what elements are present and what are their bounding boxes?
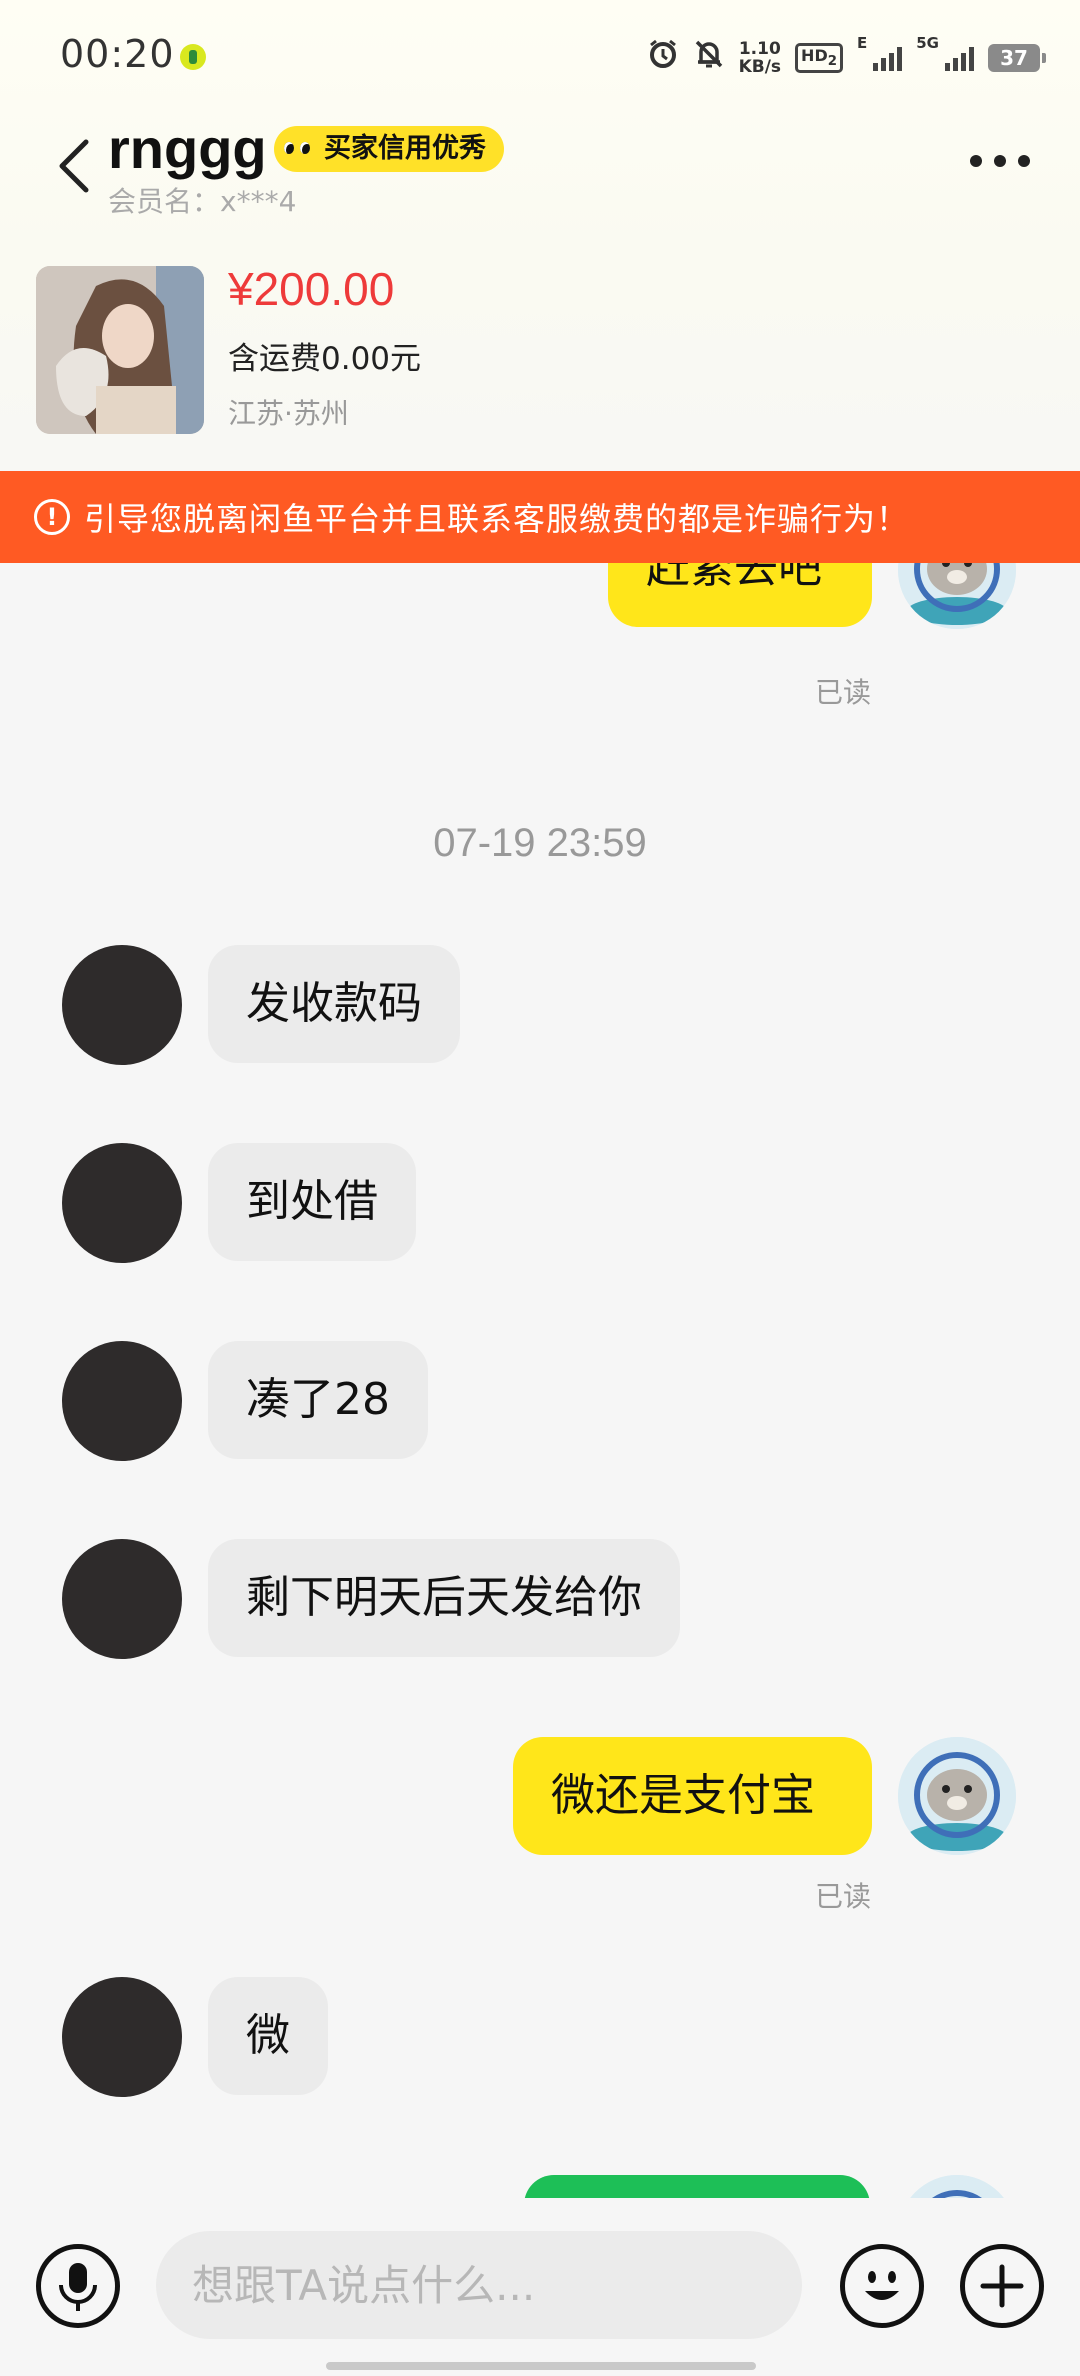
home-indicator[interactable] <box>326 2362 756 2370</box>
seller-nickname[interactable]: rnggg <box>108 116 267 181</box>
message-bubble-incoming[interactable]: 剩下明天后天发给你 <box>208 1539 680 1657</box>
shipping-fee: 含运费0.00元 <box>228 341 422 377</box>
net-speed-value: 1.10 <box>738 39 781 59</box>
hd-badge: HD2 <box>795 43 843 73</box>
member-name: 会员名：x***4 <box>108 185 297 218</box>
message-bubble-outgoing[interactable]: 微还是支付宝 <box>513 1737 872 1855</box>
product-thumbnail[interactable] <box>36 266 204 434</box>
message-bubble-incoming[interactable]: 到处借 <box>208 1143 416 1261</box>
fish-mascot-icon <box>278 130 316 168</box>
microphone-icon <box>59 2263 97 2311</box>
read-status: 已读 <box>815 1880 872 1913</box>
message-bubble-incoming[interactable]: 发收款码 <box>208 945 460 1063</box>
status-bar: 00:20 1.10 KB/s HD2 E 5G 37 <box>0 0 1080 110</box>
chat-timestamp: 07-19 23:59 <box>433 821 647 865</box>
status-time: 00:20 <box>60 32 175 76</box>
seller-avatar[interactable] <box>62 945 182 1065</box>
credit-badge-label: 买家信用优秀 <box>324 133 486 164</box>
voice-input-button[interactable] <box>36 2244 120 2328</box>
product-price: ¥200.00 <box>228 263 395 315</box>
plus-icon <box>980 2264 1024 2308</box>
payment-card-bubble[interactable] <box>524 2175 870 2198</box>
app-notification-icon <box>180 44 206 70</box>
message-bubble-outgoing[interactable]: 赶紧去吧 <box>608 563 872 627</box>
status-icons: 1.10 KB/s HD2 E 5G 37 <box>647 34 1046 80</box>
net-speed: 1.10 KB/s <box>739 40 781 76</box>
alarm-icon <box>647 38 679 78</box>
my-avatar[interactable] <box>898 2175 1016 2198</box>
my-avatar[interactable] <box>898 1737 1016 1855</box>
message-input[interactable] <box>156 2231 802 2339</box>
read-status: 已读 <box>815 676 872 709</box>
battery-icon: 37 <box>988 44 1046 72</box>
smiley-icon <box>865 2271 899 2300</box>
more-options-icon[interactable] <box>970 155 1030 167</box>
signal-icon-2 <box>945 45 974 71</box>
more-actions-button[interactable] <box>960 2244 1044 2328</box>
seller-avatar[interactable] <box>62 1539 182 1659</box>
hd-label: HD <box>801 46 828 66</box>
net-speed-unit: KB/s <box>738 57 782 77</box>
warning-text: 引导您脱离闲鱼平台并且联系客服缴费的都是诈骗行为！ <box>84 500 910 538</box>
my-avatar[interactable] <box>898 563 1016 629</box>
e-label: E <box>857 34 868 52</box>
signal-icon-1 <box>873 45 903 71</box>
network-5g-label: 5G <box>916 34 939 52</box>
message-bubble-incoming[interactable]: 微 <box>208 1977 328 2095</box>
credit-badge[interactable]: 买家信用优秀 <box>274 126 504 172</box>
message-bubble-incoming[interactable]: 凑了28 <box>208 1341 428 1459</box>
seller-avatar[interactable] <box>62 1977 182 2097</box>
back-arrow-icon[interactable] <box>54 136 94 196</box>
fraud-warning-bar: ! 引导您脱离闲鱼平台并且联系客服缴费的都是诈骗行为！ <box>0 471 1080 563</box>
warning-icon: ! <box>34 499 70 535</box>
mute-bell-icon <box>693 38 725 78</box>
hd-sub: 2 <box>827 54 837 70</box>
input-bar <box>0 2198 1080 2376</box>
seller-avatar[interactable] <box>62 1143 182 1263</box>
emoji-button[interactable] <box>840 2244 924 2328</box>
chat-area[interactable]: 赶紧去吧 已读 07-19 23:59 发收款码 到处借 凑了28 剩下明天后天… <box>0 563 1080 2198</box>
product-location: 江苏·苏州 <box>228 397 349 430</box>
seller-avatar[interactable] <box>62 1341 182 1461</box>
